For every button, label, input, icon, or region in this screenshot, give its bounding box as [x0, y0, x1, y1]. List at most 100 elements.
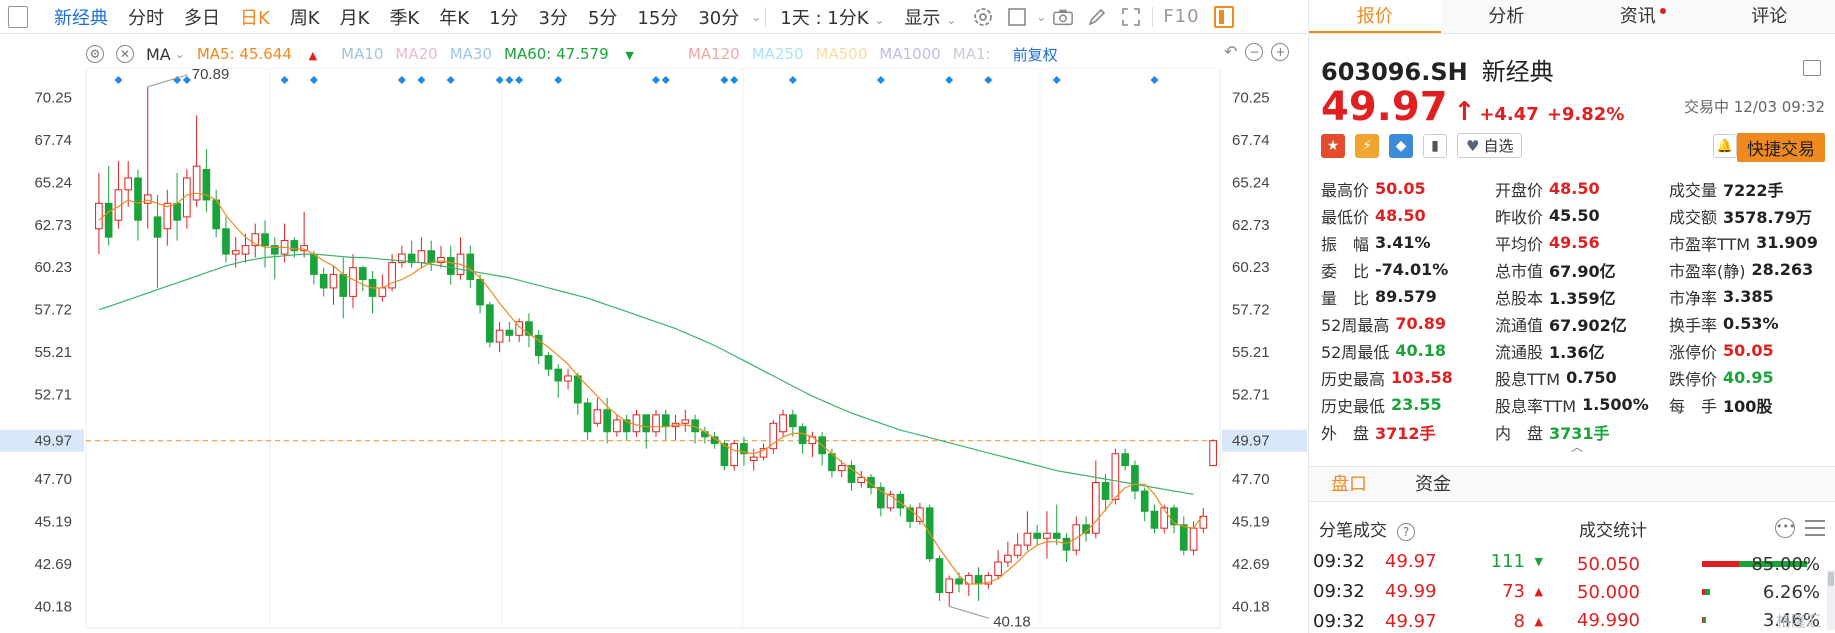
- stat-label: 平均价: [1495, 234, 1544, 254]
- zoom-in-icon[interactable]: +: [1271, 42, 1290, 61]
- stat-item: 股息TTM 0.750: [1495, 364, 1669, 391]
- tab-5min[interactable]: 5分: [578, 4, 627, 30]
- note-icon[interactable]: ▮: [1423, 133, 1447, 158]
- tab-15min[interactable]: 15分: [627, 4, 688, 30]
- tick-row: 09:32 49.97 8 ▲: [1313, 606, 1543, 633]
- tab-multiday[interactable]: 多日: [174, 4, 230, 30]
- tab-comments[interactable]: 评论: [1704, 0, 1835, 33]
- ma1-label: MA1:: [952, 45, 991, 63]
- chevron-down-icon[interactable]: ⌄: [751, 10, 761, 24]
- candle-body: [603, 409, 611, 433]
- layout-square-icon[interactable]: [1006, 6, 1028, 28]
- chevron-down-icon[interactable]: ⌄: [175, 47, 185, 61]
- tab-30min[interactable]: 30分: [688, 4, 749, 30]
- stat-item: 昨收价 45.50: [1495, 202, 1669, 229]
- tab-1min[interactable]: 1分: [479, 4, 528, 30]
- tab-orderbook[interactable]: 盘口: [1331, 467, 1367, 503]
- add-watchlist-button[interactable]: ♥ 自选: [1457, 133, 1523, 158]
- tab-daily-k[interactable]: 日K: [230, 4, 280, 30]
- display-menu[interactable]: 显示 ⌄: [894, 4, 966, 30]
- y-tick-label-left: 60.23: [34, 259, 72, 276]
- candle-body: [652, 414, 660, 433]
- stat-label: 市盈率TTM: [1669, 234, 1751, 254]
- tab-news[interactable]: 资讯: [1572, 0, 1704, 33]
- tab-monthly-k[interactable]: 月K: [330, 4, 380, 30]
- last-price: 49.97: [1321, 84, 1448, 130]
- pen-draw-icon[interactable]: [1086, 6, 1108, 28]
- stat-item: 涨停价 50.05: [1669, 337, 1829, 364]
- period-select-label: 1天 : 1分K: [780, 7, 869, 29]
- quick-trade-button[interactable]: 快捷交易: [1737, 133, 1825, 162]
- tick-row: 09:32 49.99 73 ▲: [1313, 576, 1543, 606]
- stat-value: 3712手: [1375, 423, 1436, 443]
- panel-toggle-icon[interactable]: [1213, 5, 1234, 28]
- candle-body: [231, 250, 240, 255]
- tick-price: 49.97: [1385, 610, 1437, 632]
- tab-fund-flow[interactable]: 资金: [1415, 467, 1451, 503]
- tab-analysis[interactable]: 分析: [1441, 0, 1573, 33]
- kline-chart[interactable]: 70.25 70.25 67.74 67.74 65.24 65.24 62.73 62.73…: [0, 68, 1307, 633]
- candle-body: [349, 267, 357, 297]
- panel-tabs: 报价 分析 资讯 评论: [1309, 0, 1835, 34]
- gear-icon[interactable]: [972, 6, 994, 28]
- stat-label: 委 比: [1321, 261, 1370, 281]
- layout-icon[interactable]: [1803, 60, 1821, 76]
- settings-gear-icon[interactable]: ⚙: [86, 45, 104, 63]
- y-tick-label-right: 55.21: [1232, 344, 1270, 361]
- stat-label: 股息率TTM: [1495, 396, 1577, 416]
- more-icon[interactable]: •••: [1775, 518, 1795, 538]
- tick-list: 09:32 49.97 111 ▼ 09:32 49.99 73 ▲ 09:32 4…: [1313, 546, 1543, 633]
- tab-quarterly-k[interactable]: 季K: [379, 4, 429, 30]
- candle-body: [495, 329, 504, 343]
- tag-icon[interactable]: ◆: [1389, 133, 1413, 158]
- list-icon[interactable]: [1805, 520, 1825, 536]
- fullscreen-icon[interactable]: [1120, 6, 1142, 28]
- candle-body: [1140, 490, 1149, 512]
- candle-body: [192, 165, 201, 201]
- stat-label: 成交量: [1669, 180, 1718, 200]
- y-tick-label-right: 42.69: [1232, 556, 1270, 573]
- chevron-down-icon[interactable]: ⌄: [1036, 10, 1046, 24]
- help-icon[interactable]: ?: [1397, 523, 1415, 541]
- y-tick-label-right: 65.24: [1232, 174, 1270, 191]
- candle-body: [1052, 532, 1061, 539]
- stat-value: 0.53%: [1723, 314, 1779, 333]
- vstat-row: 50.050 85.00%: [1577, 550, 1832, 578]
- candle-body: [329, 273, 338, 289]
- candle-body: [486, 304, 494, 343]
- tab-3min[interactable]: 3分: [529, 4, 578, 30]
- vstat-bar: [1702, 617, 1706, 623]
- candle-body: [173, 202, 181, 221]
- candle-body: [95, 202, 103, 230]
- undo-icon[interactable]: ↶: [1224, 42, 1237, 61]
- lightning-icon[interactable]: ⚡: [1355, 133, 1379, 158]
- zoom-out-icon[interactable]: −: [1245, 42, 1264, 61]
- candle-body: [544, 355, 553, 370]
- sidebar-toggle-icon[interactable]: [8, 5, 28, 28]
- candle-body: [798, 426, 807, 445]
- bell-icon[interactable]: 🔔: [1713, 134, 1737, 158]
- tab-weekly-k[interactable]: 周K: [280, 4, 330, 30]
- tab-intraday[interactable]: 分时: [118, 4, 174, 30]
- f10-button[interactable]: F10: [1163, 6, 1199, 27]
- scrollbar[interactable]: [1827, 570, 1835, 630]
- candle-body: [593, 409, 602, 424]
- stat-value: 89.579: [1375, 287, 1437, 306]
- close-icon[interactable]: ✕: [116, 45, 134, 63]
- collapse-caret-icon[interactable]: ︿: [1571, 438, 1583, 455]
- stat-label: 开盘价: [1495, 180, 1544, 200]
- stat-value: 1.36亿: [1549, 342, 1605, 362]
- forward-adjust-button[interactable]: 前复权: [1013, 44, 1058, 65]
- ticks-title-label: 分笔成交: [1319, 521, 1387, 541]
- period-select[interactable]: 1天 : 1分K ⌄: [770, 4, 894, 30]
- ma-label[interactable]: MA: [146, 45, 171, 64]
- candle-body: [319, 273, 328, 289]
- tab-stock-name[interactable]: 新经典: [44, 4, 118, 30]
- ma-indicator-bar: ⚙ ✕ MA ⌄ MA5: 45.644 ▲ MA10 MA20 MA30 MA…: [86, 42, 1070, 66]
- candle-body: [681, 419, 690, 424]
- tab-quote[interactable]: 报价: [1309, 0, 1441, 33]
- candle-body: [642, 414, 651, 433]
- tab-yearly-k[interactable]: 年K: [429, 4, 479, 30]
- stat-item: 市盈率TTM 31.909: [1669, 229, 1829, 256]
- camera-icon[interactable]: [1052, 6, 1074, 28]
